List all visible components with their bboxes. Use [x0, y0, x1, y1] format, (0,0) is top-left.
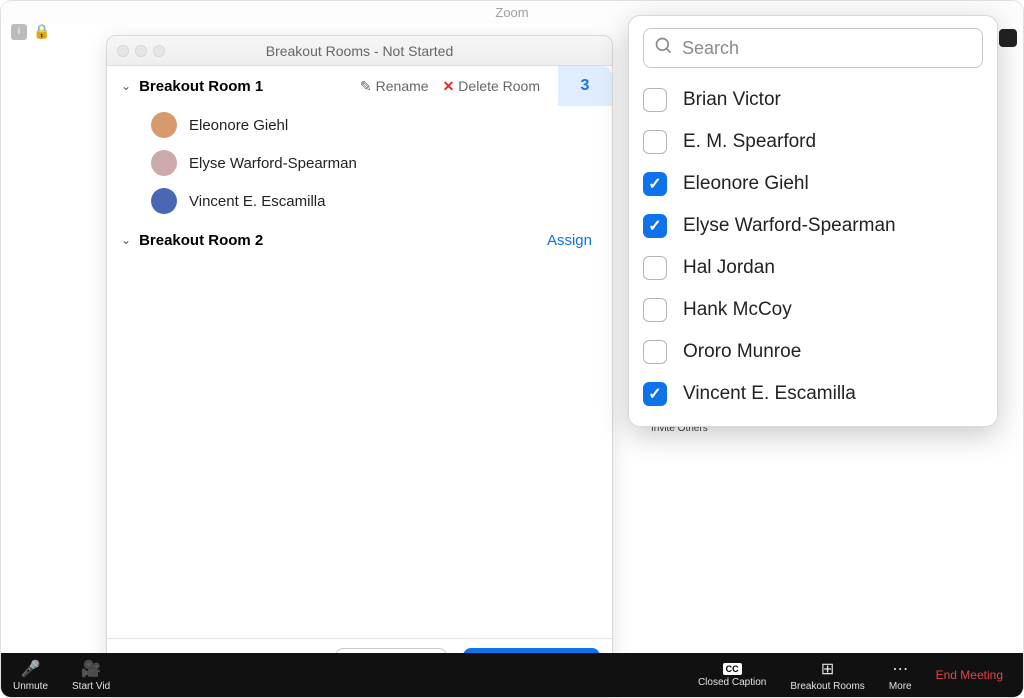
unmute-label: Unmute [13, 681, 48, 692]
assign-button[interactable]: Assign [547, 232, 598, 249]
participant-row[interactable]: Eleonore Giehl [107, 106, 612, 144]
person-name: Brian Victor [683, 89, 781, 111]
room-header[interactable]: ⌄ Breakout Room 2 Assign [107, 220, 612, 260]
assign-person-row[interactable]: E. M. Spearford [643, 122, 983, 162]
participant-name: Elyse Warford-Spearman [189, 155, 357, 172]
person-name: Hal Jordan [683, 257, 775, 279]
assign-person-row[interactable]: Eleonore Giehl [643, 164, 983, 204]
rename-label: Rename [376, 78, 429, 94]
person-name: Vincent E. Escamilla [683, 383, 856, 405]
more-button[interactable]: ⋯ More [877, 653, 924, 697]
cc-icon: CC [723, 663, 742, 675]
chevron-down-icon: ⌄ [121, 79, 131, 93]
search-icon [654, 36, 674, 61]
checkbox[interactable] [643, 214, 667, 238]
cc-label: Closed Caption [698, 677, 766, 688]
grid-icon: ⊞ [821, 659, 834, 679]
unmute-button[interactable]: 🎤 Unmute [1, 653, 60, 697]
breakout-dialog: Breakout Rooms - Not Started ⌄ Breakout … [106, 35, 613, 689]
assign-person-row[interactable]: Hal Jordan [643, 248, 983, 288]
mic-muted-icon: 🎤 [21, 659, 41, 679]
avatar [151, 150, 177, 176]
participant-count[interactable]: 3 [558, 66, 612, 106]
room-header[interactable]: ⌄ Breakout Room 1 ✎ Rename ✕ Delete Room… [107, 66, 612, 106]
participant-row[interactable]: Vincent E. Escamilla [107, 182, 612, 220]
app-title: Zoom [495, 5, 528, 20]
room-name: Breakout Room 1 [139, 78, 263, 95]
assign-popover: Brian Victor E. M. Spearford Eleonore Gieh… [628, 15, 998, 427]
assign-person-row[interactable]: Hank McCoy [643, 290, 983, 330]
participant-row[interactable]: Elyse Warford-Spearman [107, 144, 612, 182]
breakout-rooms-button[interactable]: ⊞ Breakout Rooms [778, 653, 876, 697]
avatar [151, 188, 177, 214]
breakout-label: Breakout Rooms [790, 681, 864, 692]
view-toggle-icon[interactable] [999, 29, 1017, 47]
checkbox[interactable] [643, 88, 667, 112]
info-shield-icon[interactable]: i [11, 24, 27, 40]
rename-button[interactable]: ✎ Rename [360, 78, 429, 95]
end-meeting-button[interactable]: End Meeting [924, 653, 1023, 697]
more-icon: ⋯ [892, 659, 908, 679]
search-box[interactable] [643, 28, 983, 68]
startvid-label: Start Vid [72, 681, 110, 692]
lock-icon[interactable]: 🔒 [33, 23, 50, 40]
room-name: Breakout Room 2 [139, 232, 263, 249]
dialog-title: Breakout Rooms - Not Started [107, 43, 612, 59]
checkbox[interactable] [643, 298, 667, 322]
checkbox[interactable] [643, 172, 667, 196]
delete-label: Delete Room [458, 78, 540, 94]
checkbox[interactable] [643, 340, 667, 364]
video-off-icon: 🎥 [81, 659, 101, 679]
checkbox[interactable] [643, 256, 667, 280]
person-name: Elyse Warford-Spearman [683, 215, 896, 237]
assign-person-row[interactable]: Vincent E. Escamilla [643, 374, 983, 414]
person-name: Ororo Munroe [683, 341, 801, 363]
person-name: Eleonore Giehl [683, 173, 809, 195]
closed-caption-button[interactable]: CC Closed Caption [686, 653, 778, 697]
pencil-icon: ✎ [360, 78, 372, 95]
start-video-button[interactable]: 🎥 Start Vid [60, 653, 122, 697]
person-name: E. M. Spearford [683, 131, 816, 153]
participant-name: Eleonore Giehl [189, 117, 288, 134]
search-input[interactable] [682, 38, 972, 59]
x-icon: ✕ [443, 78, 455, 95]
end-label: End Meeting [936, 668, 1003, 682]
more-label: More [889, 681, 912, 692]
person-name: Hank McCoy [683, 299, 792, 321]
zoom-toolbar: 🎤 Unmute 🎥 Start Vid CC Closed Caption ⊞… [1, 653, 1023, 697]
avatar [151, 112, 177, 138]
assign-person-row[interactable]: Ororo Munroe [643, 332, 983, 372]
checkbox[interactable] [643, 130, 667, 154]
dialog-titlebar: Breakout Rooms - Not Started [107, 36, 612, 66]
delete-room-button[interactable]: ✕ Delete Room [443, 78, 540, 95]
chevron-down-icon: ⌄ [121, 233, 131, 247]
assign-person-row[interactable]: Elyse Warford-Spearman [643, 206, 983, 246]
assign-person-row[interactable]: Brian Victor [643, 80, 983, 120]
participant-name: Vincent E. Escamilla [189, 193, 325, 210]
checkbox[interactable] [643, 382, 667, 406]
